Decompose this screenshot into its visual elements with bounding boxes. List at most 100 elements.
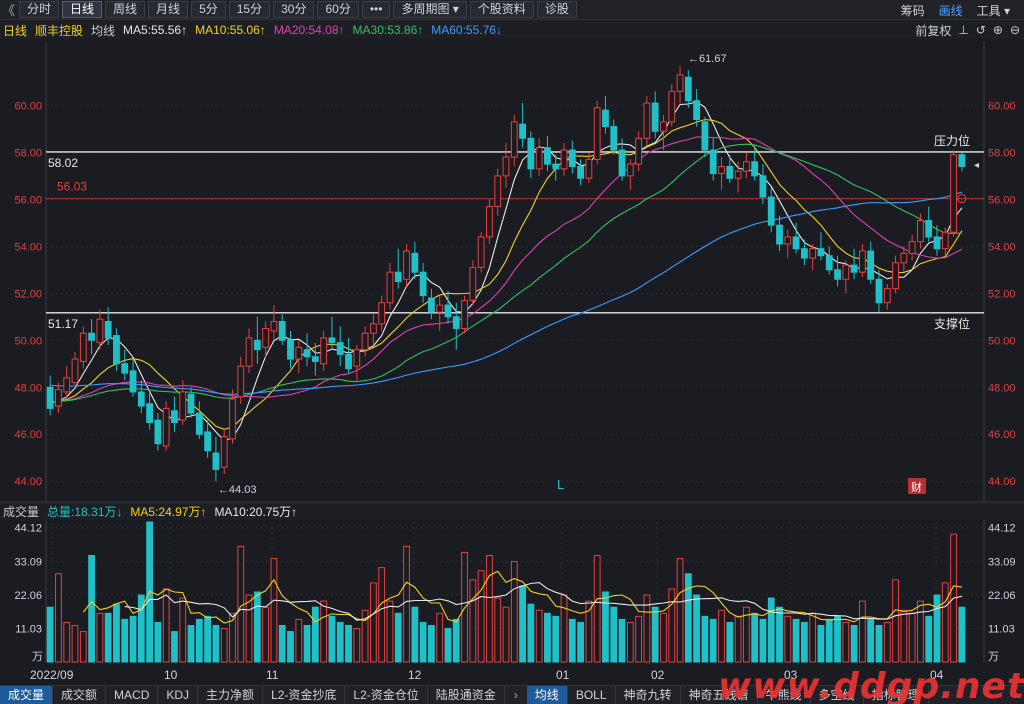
candle[interactable]: [477, 236, 485, 268]
volume-bar[interactable]: [867, 618, 875, 663]
volume-bar[interactable]: [295, 618, 303, 663]
volume-bar[interactable]: [858, 600, 866, 663]
candle[interactable]: [245, 337, 253, 367]
volume-bar[interactable]: [270, 558, 278, 663]
volume-bar[interactable]: [618, 618, 626, 663]
candle[interactable]: [809, 248, 817, 259]
volume-bar[interactable]: [593, 554, 601, 663]
volume-bar[interactable]: [63, 621, 71, 663]
candle[interactable]: [353, 349, 361, 367]
candle[interactable]: [676, 74, 684, 92]
candle[interactable]: [593, 107, 601, 160]
candle[interactable]: [709, 149, 717, 175]
candle[interactable]: [154, 419, 162, 445]
volume-bar[interactable]: [212, 624, 220, 663]
volume-bar[interactable]: [311, 606, 319, 663]
indicator-tab-6[interactable]: L2-资金仓位: [345, 686, 428, 704]
candle[interactable]: [552, 163, 560, 170]
candle[interactable]: [925, 220, 933, 238]
candle[interactable]: [204, 431, 212, 452]
candle[interactable]: [858, 250, 866, 273]
candle[interactable]: [660, 121, 667, 132]
volume-bar[interactable]: [171, 631, 178, 663]
candle[interactable]: [237, 365, 245, 398]
news-marker[interactable]: 财: [911, 480, 922, 494]
volume-bar[interactable]: [527, 603, 535, 663]
volume-bar[interactable]: [510, 561, 518, 663]
volume-bar[interactable]: [568, 618, 576, 663]
candle[interactable]: [320, 337, 328, 365]
candle[interactable]: [278, 320, 286, 341]
candle[interactable]: [262, 328, 270, 348]
candle[interactable]: [618, 149, 626, 177]
candle[interactable]: [626, 163, 634, 177]
tab-scroll-icon[interactable]: ›: [505, 688, 527, 702]
candle[interactable]: [137, 391, 145, 407]
candle[interactable]: [751, 161, 759, 177]
candle[interactable]: [726, 165, 734, 179]
indicator-tab-3[interactable]: KDJ: [158, 686, 199, 704]
candle[interactable]: [759, 175, 767, 198]
volume-bar[interactable]: [245, 594, 253, 663]
volume-bar[interactable]: [46, 606, 54, 663]
volume-bar[interactable]: [179, 597, 187, 663]
candle[interactable]: [179, 391, 187, 421]
candle[interactable]: [585, 158, 593, 179]
overlay-tab-2[interactable]: 神奇九转: [616, 686, 681, 704]
volume-bar[interactable]: [693, 594, 701, 663]
candle[interactable]: [734, 170, 742, 179]
volume-bar[interactable]: [477, 570, 485, 663]
indicator-tab-4[interactable]: 主力净额: [198, 686, 264, 704]
volume-bar[interactable]: [660, 612, 667, 663]
candle[interactable]: [369, 323, 377, 334]
volume-bar[interactable]: [88, 554, 95, 663]
volume-bar[interactable]: [55, 573, 62, 663]
volume-bar[interactable]: [320, 600, 328, 663]
candle[interactable]: [104, 320, 112, 339]
candle[interactable]: [941, 231, 949, 250]
volume-bar[interactable]: [369, 582, 377, 663]
overlay-tab-0[interactable]: 均线: [526, 686, 568, 704]
volume-bar[interactable]: [676, 558, 684, 663]
candle[interactable]: [486, 205, 493, 238]
candle[interactable]: [792, 236, 800, 250]
candle[interactable]: [113, 335, 120, 365]
candle[interactable]: [171, 410, 178, 423]
overlay-tab-1[interactable]: BOLL: [568, 686, 616, 704]
candle[interactable]: [917, 220, 924, 243]
candle[interactable]: [212, 452, 220, 470]
candle[interactable]: [718, 165, 725, 175]
candle[interactable]: [411, 252, 419, 273]
indicator-tab-1[interactable]: 成交额: [53, 686, 107, 704]
candle[interactable]: [63, 377, 71, 393]
indicator-tab-0[interactable]: 成交量: [0, 686, 54, 704]
volume-bar[interactable]: [668, 588, 676, 663]
volume-bar[interactable]: [79, 631, 87, 663]
volume-bar[interactable]: [345, 624, 352, 663]
candle[interactable]: [187, 393, 195, 414]
volume-bar[interactable]: [651, 606, 659, 663]
volume-bar[interactable]: [759, 618, 767, 663]
volume-bar[interactable]: [411, 606, 419, 663]
volume-bar[interactable]: [792, 618, 800, 663]
candle[interactable]: [88, 332, 95, 341]
volume-bar[interactable]: [96, 612, 104, 663]
candle[interactable]: [842, 264, 850, 280]
candle[interactable]: [834, 269, 841, 280]
volume-bar[interactable]: [162, 588, 170, 663]
candle[interactable]: [287, 339, 294, 360]
candle[interactable]: [510, 121, 518, 158]
candle[interactable]: [900, 252, 908, 264]
volume-bar[interactable]: [701, 615, 709, 663]
volume-bar[interactable]: [925, 615, 933, 663]
candle[interactable]: [527, 137, 535, 170]
volume-bar[interactable]: [378, 567, 386, 663]
candle[interactable]: [519, 123, 526, 139]
candle[interactable]: [883, 288, 891, 304]
volume-bar[interactable]: [941, 582, 949, 663]
candle[interactable]: [328, 337, 336, 344]
volume-bar[interactable]: [278, 624, 286, 663]
volume-bar[interactable]: [875, 624, 883, 663]
volume-bar[interactable]: [187, 624, 195, 663]
candlestick-chart[interactable]: 60.00 60.00 58.00 58.00 56.00 56.00 54.00 54.00…: [0, 0, 1024, 704]
